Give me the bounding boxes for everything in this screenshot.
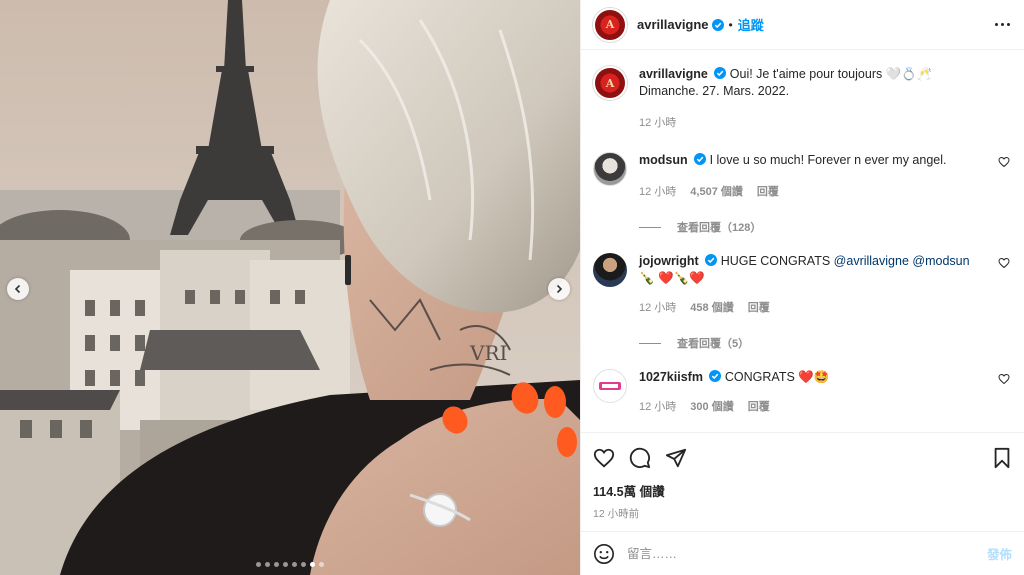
share-icon <box>665 448 687 468</box>
view-replies-button[interactable]: 查看回覆（128） <box>639 219 984 235</box>
comment-item: 1027kiisfm CONGRATS ❤️🤩 12 小時 300 個讚 回覆 <box>593 369 1010 414</box>
comment-input[interactable] <box>627 546 987 561</box>
comment-composer: 發佈 <box>581 531 1024 575</box>
view-replies-label: 查看回覆（5） <box>677 338 750 350</box>
comment-icon <box>629 447 651 469</box>
author-username[interactable]: avrillavigne <box>637 17 709 32</box>
carousel-next-button[interactable] <box>548 278 570 300</box>
view-replies-label: 查看回覆（128） <box>677 222 762 234</box>
comment-time[interactable]: 12 小時 <box>639 299 676 315</box>
post-header: A avrillavigne • 追蹤 <box>581 0 1024 50</box>
reply-button[interactable]: 回覆 <box>748 299 770 315</box>
post-time[interactable]: 12 小時前 <box>593 506 1012 521</box>
comment-likes[interactable]: 4,507 個讚 <box>690 183 743 199</box>
svg-text:VRI: VRI <box>469 341 507 365</box>
comment-text: CONGRATS ❤️🤩 <box>724 370 830 384</box>
verified-badge-icon <box>709 370 722 382</box>
heart-icon <box>593 448 615 468</box>
avatar[interactable]: A <box>593 66 627 100</box>
comment-text: I love u so much! Forever n ever my ange… <box>709 153 947 167</box>
mention-link[interactable]: @avrillavigne <box>834 254 909 268</box>
avatar[interactable]: A <box>593 7 627 42</box>
photo-scene: VRI <box>0 0 580 575</box>
post-sidebar: A avrillavigne • 追蹤 A avrillavigne Oui! … <box>580 0 1024 575</box>
comment-username[interactable]: modsun <box>639 153 688 167</box>
verified-badge-icon <box>694 153 707 165</box>
verified-badge-icon <box>711 18 724 31</box>
mention-link[interactable]: @modsun <box>912 254 969 268</box>
comment-username[interactable]: jojowright <box>639 254 699 268</box>
comment-text-prefix: HUGE CONGRATS <box>720 254 834 268</box>
reply-button[interactable]: 回覆 <box>757 183 779 199</box>
caption-username[interactable]: avrillavigne <box>639 67 708 81</box>
comment-likes[interactable]: 300 個讚 <box>690 398 733 414</box>
comments-list[interactable]: A avrillavigne Oui! Je t'aime pour toujo… <box>581 50 1024 432</box>
comment-username[interactable]: 1027kiisfm <box>639 370 703 384</box>
more-options-icon[interactable] <box>995 23 1010 26</box>
carousel-dot <box>283 562 288 567</box>
divider-line <box>639 226 661 228</box>
heart-icon[interactable] <box>998 156 1010 168</box>
caption-time[interactable]: 12 小時 <box>639 114 676 130</box>
post-modal: VRI A avrillavigne • 追蹤 A avrillavigne O… <box>0 0 1024 575</box>
comment-time[interactable]: 12 小時 <box>639 183 676 199</box>
like-button[interactable] <box>593 447 615 469</box>
heart-icon[interactable] <box>998 373 1010 385</box>
chevron-right-icon <box>556 284 563 294</box>
chevron-left-icon <box>14 284 21 294</box>
post-actions: 114.5萬 個讚 12 小時前 <box>581 432 1024 521</box>
carousel-dot <box>319 562 324 567</box>
carousel-dot <box>301 562 306 567</box>
verified-badge-icon <box>705 254 718 266</box>
carousel-indicator <box>0 562 580 567</box>
heart-icon[interactable] <box>998 257 1010 269</box>
carousel-dot <box>310 562 315 567</box>
comment-time[interactable]: 12 小時 <box>639 398 676 414</box>
carousel-prev-button[interactable] <box>7 278 29 300</box>
reply-button[interactable]: 回覆 <box>748 398 770 414</box>
post-comment-button[interactable]: 發佈 <box>987 544 1012 563</box>
bookmark-icon <box>994 447 1010 469</box>
carousel-dot <box>265 562 270 567</box>
post-photo[interactable]: VRI <box>0 0 580 575</box>
comment-text-suffix: 🍾 ❤️🍾❤️ <box>639 271 705 285</box>
carousel-dot <box>256 562 261 567</box>
save-button[interactable] <box>992 447 1012 469</box>
verified-badge-icon <box>714 67 727 79</box>
comment-likes[interactable]: 458 個讚 <box>690 299 733 315</box>
carousel-dot <box>274 562 279 567</box>
avatar[interactable] <box>593 253 627 287</box>
comment-item: jojowright HUGE CONGRATS @avrillavigne @… <box>593 253 1010 351</box>
station-logo <box>599 382 621 390</box>
comment-item: modsun I love u so much! Forever n ever … <box>593 152 1010 235</box>
view-replies-button[interactable]: 查看回覆（5） <box>639 335 984 351</box>
emoji-icon <box>594 543 614 564</box>
like-count[interactable]: 114.5萬 個讚 <box>593 481 1012 500</box>
comment-button[interactable] <box>629 447 651 469</box>
follow-button[interactable]: 追蹤 <box>738 15 764 34</box>
avatar[interactable] <box>593 152 627 186</box>
separator-dot: • <box>728 17 733 32</box>
emoji-button[interactable] <box>593 543 615 565</box>
divider-line <box>639 342 661 344</box>
carousel-dot <box>292 562 297 567</box>
share-button[interactable] <box>665 447 687 469</box>
caption: A avrillavigne Oui! Je t'aime pour toujo… <box>593 66 1010 130</box>
avatar[interactable] <box>593 369 627 403</box>
